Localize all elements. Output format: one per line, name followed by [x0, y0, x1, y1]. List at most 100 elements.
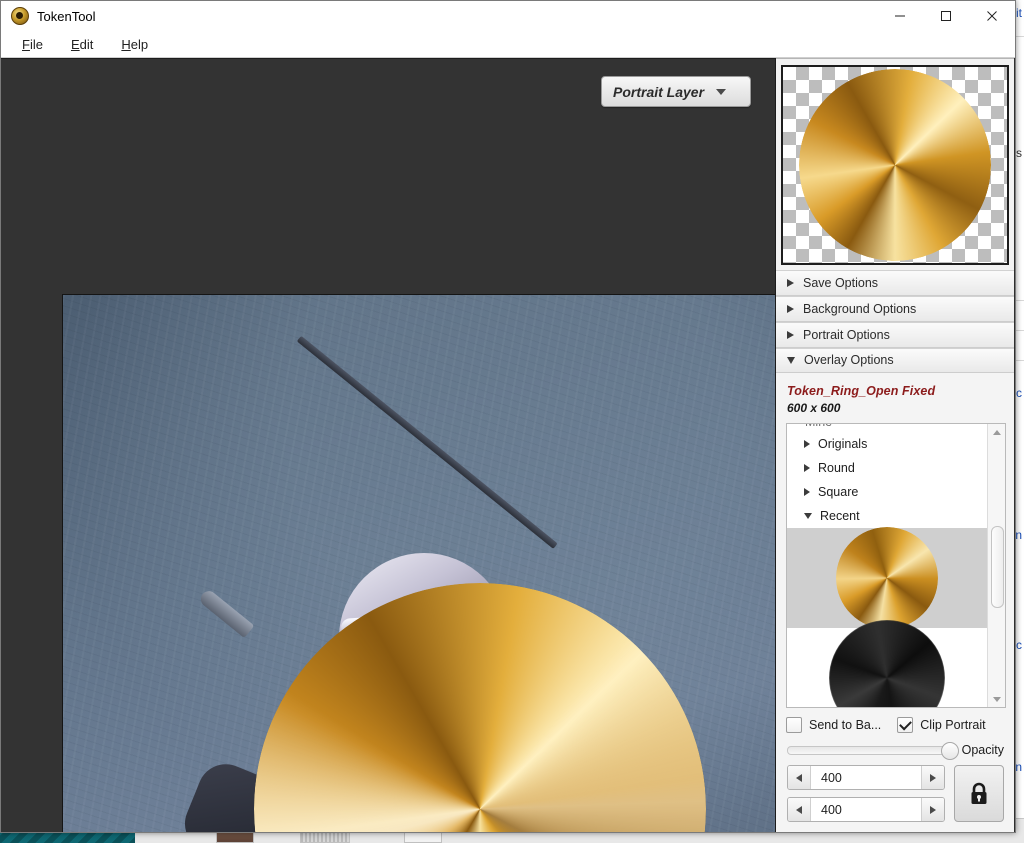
clip-portrait-checkbox[interactable]: Clip Portrait: [897, 717, 985, 733]
triangle-right-icon: [804, 488, 810, 496]
triangle-right-icon: [787, 331, 794, 339]
tree-item-recent[interactable]: Recent: [787, 504, 987, 528]
layer-selector-dropdown[interactable]: Portrait Layer: [601, 76, 751, 107]
width-decrement-button[interactable]: [788, 766, 811, 789]
opacity-label: Opacity: [962, 743, 1004, 757]
scrollbar-track[interactable]: [988, 440, 1005, 691]
scrollbar-thumb[interactable]: [991, 526, 1004, 608]
overlay-width-spinner[interactable]: 400: [787, 765, 945, 790]
triangle-left-icon: [796, 774, 802, 782]
gold-open-ring-thumbnail[interactable]: [787, 528, 987, 628]
triangle-down-icon: [993, 697, 1001, 702]
tree-item-round[interactable]: Round: [787, 456, 987, 480]
overlay-tree-scrollbar[interactable]: [987, 424, 1005, 707]
menu-help-rest: elp: [131, 37, 148, 52]
lock-icon: [969, 782, 989, 806]
tokentool-app-icon: [11, 7, 29, 25]
tree-item-round-label: Round: [818, 461, 855, 475]
triangle-up-icon: [993, 430, 1001, 435]
chevron-down-icon: [716, 89, 726, 95]
tree-clipped-row[interactable]: Mine: [787, 424, 987, 432]
opacity-slider-track[interactable]: [787, 746, 954, 755]
minimize-button[interactable]: [877, 1, 923, 31]
overlay-height-value[interactable]: 400: [811, 798, 921, 821]
triangle-right-icon: [804, 440, 810, 448]
menu-edit-label: E: [71, 37, 80, 52]
overlay-browser[interactable]: Mine Originals Round Square: [786, 423, 1006, 708]
bg-text-line: it: [1016, 6, 1022, 20]
size-spinners: 400 400: [787, 765, 945, 822]
opacity-slider-thumb[interactable]: [941, 742, 959, 760]
aspect-ratio-lock-button[interactable]: [954, 765, 1004, 822]
gold-ring-icon: [836, 527, 938, 629]
preview-overlay-ring: [799, 69, 991, 261]
checkbox-box-checked[interactable]: [897, 717, 913, 733]
menu-edit-rest: dit: [80, 37, 94, 52]
menu-edit[interactable]: Edit: [68, 35, 96, 54]
send-to-back-label: Send to Ba...: [809, 718, 881, 732]
opacity-control[interactable]: Opacity: [776, 737, 1014, 757]
scroll-up-button[interactable]: [988, 424, 1005, 440]
title-bar[interactable]: TokenTool: [1, 1, 1015, 31]
layer-selector-label: Portrait Layer: [613, 84, 704, 100]
accordion-overlay-options[interactable]: Overlay Options: [776, 348, 1014, 374]
menu-help[interactable]: Help: [118, 35, 151, 54]
canvas-pane[interactable]: Portrait Layer: [1, 58, 776, 832]
overlay-checkbox-row: Send to Ba... Clip Portrait: [776, 708, 1014, 737]
accordion-overlay-options-label: Overlay Options: [804, 353, 894, 367]
bg-text-line: c: [1016, 638, 1022, 652]
send-to-back-checkbox[interactable]: Send to Ba...: [786, 717, 881, 733]
triangle-right-icon: [787, 279, 794, 287]
triangle-right-icon: [787, 305, 794, 313]
dark-ring-icon: [829, 620, 945, 707]
clip-portrait-label: Clip Portrait: [920, 718, 985, 732]
accordion-background-options[interactable]: Background Options: [776, 296, 1014, 322]
tokentool-window: TokenTool File Edit Help: [0, 0, 1016, 833]
overlay-selected-dimensions: 600 x 600: [787, 401, 1014, 415]
overlay-width-value[interactable]: 400: [811, 766, 921, 789]
accordion-save-options-label: Save Options: [803, 276, 878, 290]
height-increment-button[interactable]: [921, 798, 944, 821]
tree-item-originals[interactable]: Originals: [787, 432, 987, 456]
overlay-selected-info: Token_Ring_Open Fixed 600 x 600: [776, 373, 1014, 423]
triangle-right-icon: [804, 464, 810, 472]
dark-rough-ring-thumbnail[interactable]: [787, 628, 987, 707]
width-increment-button[interactable]: [921, 766, 944, 789]
tree-item-originals-label: Originals: [818, 437, 867, 451]
tree-item-square[interactable]: Square: [787, 480, 987, 504]
height-decrement-button[interactable]: [788, 798, 811, 821]
overlay-selected-name: Token_Ring_Open Fixed: [787, 384, 1014, 398]
accordion-save-options[interactable]: Save Options: [776, 270, 1014, 296]
scroll-down-button[interactable]: [988, 691, 1005, 707]
triangle-right-icon: [930, 774, 936, 782]
menu-bar[interactable]: File Edit Help: [1, 31, 1015, 58]
overlay-options-body: Token_Ring_Open Fixed 600 x 600 Mine Ori…: [776, 373, 1014, 832]
accordion-portrait-options-label: Portrait Options: [803, 328, 890, 342]
app-body: Portrait Layer: [1, 58, 1015, 832]
bg-text-line: n: [1015, 528, 1022, 542]
tree-clipped-row-label: Mine: [805, 424, 832, 429]
menu-help-label: H: [121, 37, 130, 52]
token-preview[interactable]: [781, 65, 1009, 265]
tree-item-square-label: Square: [818, 485, 858, 499]
menu-file[interactable]: File: [19, 35, 46, 54]
tree-item-recent-label: Recent: [820, 509, 860, 523]
triangle-right-icon: [930, 806, 936, 814]
overlay-tree-list[interactable]: Mine Originals Round Square: [787, 424, 987, 707]
checkbox-box[interactable]: [786, 717, 802, 733]
overlay-height-spinner[interactable]: 400: [787, 797, 945, 822]
preview-token-composite: [799, 69, 991, 261]
accordion-portrait-options[interactable]: Portrait Options: [776, 322, 1014, 348]
maximize-button[interactable]: [923, 1, 969, 31]
side-panel: Save Options Background Options Portrait…: [776, 58, 1014, 832]
bg-text-line: c: [1016, 386, 1022, 400]
triangle-left-icon: [796, 806, 802, 814]
accordion-background-options-label: Background Options: [803, 302, 916, 316]
window-controls: [877, 1, 1015, 31]
portrait-artboard[interactable]: [62, 294, 776, 832]
menu-file-label: F: [22, 37, 30, 52]
triangle-down-icon: [804, 513, 812, 519]
triangle-down-icon: [787, 357, 795, 364]
menu-file-rest: ile: [30, 37, 43, 52]
close-button[interactable]: [969, 1, 1015, 31]
